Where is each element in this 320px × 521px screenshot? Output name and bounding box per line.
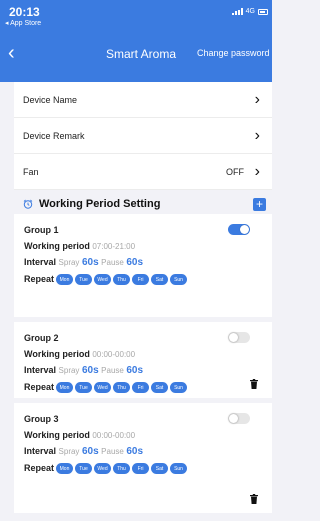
signal-icon — [231, 8, 243, 15]
day-chip-fri[interactable]: Fri — [132, 382, 150, 394]
pause-value[interactable]: 60s — [126, 365, 143, 376]
chevron-right-icon: › — [254, 162, 260, 180]
interval-label: Interval — [24, 446, 57, 456]
fan-label: Fan — [23, 166, 39, 177]
group-enable-toggle[interactable] — [228, 332, 250, 343]
pause-label: Pause — [101, 258, 124, 267]
working-period-line: Working period 00:00-00:00 — [24, 349, 261, 359]
day-chip-thu[interactable]: Thu — [113, 274, 131, 286]
spray-value[interactable]: 60s — [82, 257, 99, 268]
working-period-value[interactable]: 07:00-21:00 — [92, 242, 135, 251]
toggle-knob — [229, 333, 238, 342]
repeat-line: Repeat Mon Tue Wed Thu Fri Sat Sun — [24, 274, 261, 286]
interval-label: Interval — [24, 365, 57, 375]
day-chip-fri[interactable]: Fri — [132, 463, 150, 475]
spray-value[interactable]: 60s — [82, 446, 99, 457]
day-chip-thu[interactable]: Thu — [113, 382, 131, 394]
pause-label: Pause — [101, 447, 124, 456]
trash-icon[interactable] — [250, 379, 258, 389]
day-chip-mon[interactable]: Mon — [56, 382, 74, 394]
day-chip-sat[interactable]: Sat — [151, 274, 169, 286]
repeat-label: Repeat — [24, 274, 55, 284]
spray-value[interactable]: 60s — [82, 365, 99, 376]
working-period-label: Working period — [24, 430, 90, 440]
add-group-button[interactable]: + — [253, 197, 266, 211]
device-name-row[interactable]: Device Name › — [14, 82, 272, 118]
repeat-line: Repeat Mon Tue Wed Thu Fri Sat Sun — [24, 463, 261, 475]
day-chip-sat[interactable]: Sat — [151, 382, 169, 394]
day-chip-tue[interactable]: Tue — [75, 274, 93, 286]
interval-line: Interval Spray 60s Pause 60s — [24, 257, 261, 268]
toggle-knob — [240, 225, 249, 234]
group-card: Group 2 Working period 00:00-00:00 Interva… — [14, 322, 272, 398]
group-card: Group 3 Working period 00:00-00:00 Interva… — [14, 403, 272, 513]
repeat-days: Mon Tue Wed Thu Fri Sat Sun — [56, 463, 188, 475]
group-enable-toggle[interactable] — [228, 413, 250, 424]
back-button[interactable]: ‹ — [8, 43, 15, 63]
working-period-label: Working period — [24, 349, 90, 359]
spray-label: Spray — [58, 366, 80, 375]
fan-value: OFF — [226, 166, 244, 177]
interval-line: Interval Spray 60s Pause 60s — [24, 365, 261, 376]
repeat-line: Repeat Mon Tue Wed Thu Fri Sat Sun — [24, 382, 261, 394]
day-chip-tue[interactable]: Tue — [75, 463, 93, 475]
chevron-right-icon: › — [254, 90, 260, 108]
working-period-line: Working period 00:00-00:00 — [24, 430, 261, 440]
day-chip-tue[interactable]: Tue — [75, 382, 93, 394]
network-type: 4G — [245, 8, 255, 15]
fan-row[interactable]: Fan OFF › — [14, 154, 272, 190]
repeat-label: Repeat — [24, 463, 55, 473]
spray-label: Spray — [58, 258, 80, 267]
pause-label: Pause — [101, 366, 124, 375]
app-header: 20:13 ◂ App Store 4G ‹ Smart Aroma Chang… — [0, 0, 272, 82]
group-enable-toggle[interactable] — [228, 224, 250, 235]
working-period-label: Working period — [24, 241, 90, 251]
day-chip-mon[interactable]: Mon — [56, 274, 74, 286]
repeat-label: Repeat — [24, 382, 55, 392]
interval-label: Interval — [24, 257, 57, 267]
day-chip-mon[interactable]: Mon — [56, 463, 74, 475]
back-to-app-store-link[interactable]: ◂ App Store — [5, 19, 41, 27]
change-password-button[interactable]: Change password — [197, 48, 270, 58]
alarm-clock-icon — [23, 199, 33, 209]
device-name-label: Device Name — [23, 94, 78, 105]
spray-label: Spray — [58, 447, 80, 456]
pause-value[interactable]: 60s — [126, 257, 143, 268]
device-remark-row[interactable]: Device Remark › — [14, 118, 272, 154]
day-chip-wed[interactable]: Wed — [94, 382, 112, 394]
day-chip-fri[interactable]: Fri — [132, 274, 150, 286]
toggle-knob — [229, 414, 238, 423]
group-name: Group 2 — [24, 333, 59, 343]
day-chip-sun[interactable]: Sun — [170, 463, 188, 475]
group-card: Group 1 Working period 07:00-21:00 Interva… — [14, 214, 272, 317]
day-chip-sun[interactable]: Sun — [170, 274, 188, 286]
working-period-value[interactable]: 00:00-00:00 — [92, 350, 135, 359]
day-chip-thu[interactable]: Thu — [113, 463, 131, 475]
page-title: Smart Aroma — [106, 47, 177, 61]
status-time: 20:13 — [9, 5, 40, 19]
working-period-line: Working period 07:00-21:00 — [24, 241, 261, 251]
status-indicators: 4G — [231, 8, 268, 15]
trash-icon[interactable] — [250, 494, 258, 504]
day-chip-sun[interactable]: Sun — [170, 382, 188, 394]
chevron-right-icon: › — [254, 126, 260, 144]
repeat-days: Mon Tue Wed Thu Fri Sat Sun — [56, 274, 188, 286]
group-name: Group 1 — [24, 225, 59, 235]
working-period-value[interactable]: 00:00-00:00 — [92, 431, 135, 440]
day-chip-sat[interactable]: Sat — [151, 463, 169, 475]
working-period-heading: Working Period Setting — [39, 198, 161, 210]
interval-line: Interval Spray 60s Pause 60s — [24, 446, 261, 457]
day-chip-wed[interactable]: Wed — [94, 463, 112, 475]
repeat-days: Mon Tue Wed Thu Fri Sat Sun — [56, 382, 188, 394]
day-chip-wed[interactable]: Wed — [94, 274, 112, 286]
group-name: Group 3 — [24, 414, 59, 424]
pause-value[interactable]: 60s — [126, 446, 143, 457]
device-remark-label: Device Remark — [23, 130, 85, 141]
battery-icon — [258, 8, 268, 15]
